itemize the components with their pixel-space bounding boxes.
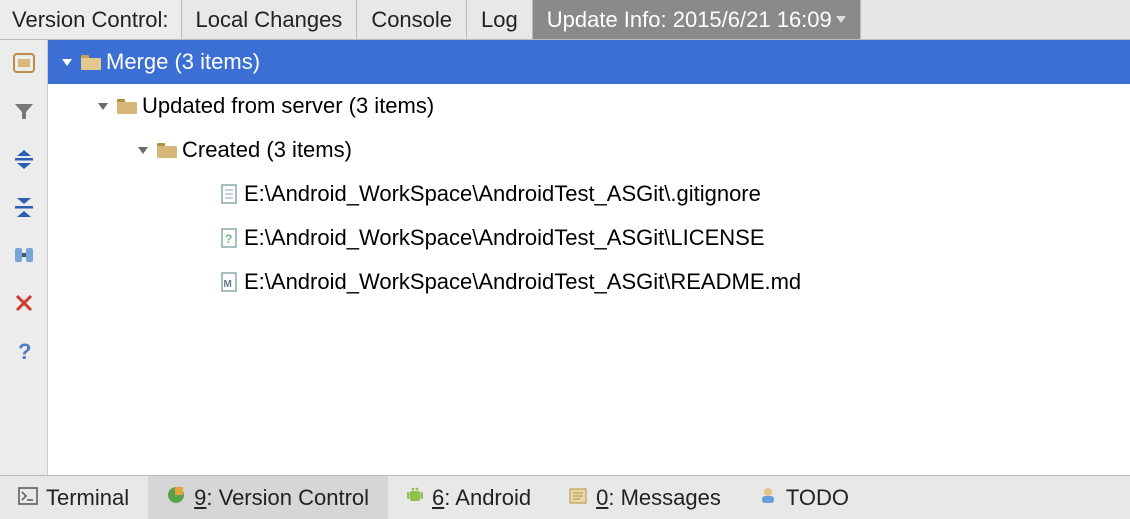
- tree-node-label: Created (3 items): [180, 137, 352, 163]
- group-by-icon[interactable]: [7, 46, 41, 80]
- bottom-toolbar: Terminal 9: Version Control 6: Android: [0, 475, 1130, 519]
- text-file-icon: [216, 184, 242, 204]
- disclosure-down-icon[interactable]: [56, 55, 78, 69]
- vcs-tab-title: Version Control:: [0, 0, 182, 39]
- tab-local-changes[interactable]: Local Changes: [182, 0, 358, 39]
- terminal-icon: [18, 485, 38, 511]
- tab-log[interactable]: Log: [467, 0, 533, 39]
- tree-node-created[interactable]: Created (3 items): [48, 128, 1130, 172]
- folder-icon: [114, 97, 140, 115]
- markdown-file-icon: M: [216, 272, 242, 292]
- tree-file-row[interactable]: E:\Android_WorkSpace\AndroidTest_ASGit\.…: [48, 172, 1130, 216]
- folder-icon: [154, 141, 180, 159]
- tree-node-label: Updated from server (3 items): [140, 93, 434, 119]
- android-icon: [406, 485, 424, 511]
- todo-icon: [758, 485, 778, 511]
- tool-messages[interactable]: 0: Messages: [550, 476, 740, 519]
- collapse-all-icon[interactable]: [7, 190, 41, 224]
- tree-file-label: E:\Android_WorkSpace\AndroidTest_ASGit\L…: [242, 225, 765, 251]
- chevron-down-icon: [836, 16, 846, 23]
- tab-console[interactable]: Console: [357, 0, 467, 39]
- folder-icon: [78, 53, 104, 71]
- disclosure-down-icon[interactable]: [132, 143, 154, 157]
- svg-text:?: ?: [18, 339, 31, 363]
- tab-update-info-label: Update Info: 2015/6/21 16:09: [547, 7, 832, 33]
- close-icon[interactable]: [7, 286, 41, 320]
- tool-messages-label: 0: Messages: [596, 485, 721, 511]
- disclosure-down-icon[interactable]: [92, 99, 114, 113]
- tool-terminal[interactable]: Terminal: [0, 476, 148, 519]
- tab-update-info[interactable]: Update Info: 2015/6/21 16:09: [533, 0, 861, 39]
- tree-node-label: Merge (3 items): [104, 49, 260, 75]
- expand-all-icon[interactable]: [7, 142, 41, 176]
- update-tree[interactable]: Merge (3 items) Updated from server (3 i…: [48, 40, 1130, 475]
- left-toolbar: ?: [0, 40, 48, 475]
- vcs-icon: [166, 485, 186, 511]
- messages-icon: [568, 485, 588, 511]
- tool-version-control[interactable]: 9: Version Control: [148, 476, 388, 519]
- main-area: ? Merge (3 items): [0, 40, 1130, 475]
- tool-todo-label: TODO: [786, 485, 849, 511]
- tree-file-label: E:\Android_WorkSpace\AndroidTest_ASGit\.…: [242, 181, 761, 207]
- tree-file-row[interactable]: M E:\Android_WorkSpace\AndroidTest_ASGit…: [48, 260, 1130, 304]
- tool-android[interactable]: 6: Android: [388, 476, 550, 519]
- tool-terminal-label: Terminal: [46, 485, 129, 511]
- svg-text:?: ?: [225, 232, 232, 246]
- vcs-tab-bar: Version Control: Local Changes Console L…: [0, 0, 1130, 40]
- tool-android-label: 6: Android: [432, 485, 531, 511]
- filter-icon[interactable]: [7, 94, 41, 128]
- unknown-file-icon: ?: [216, 228, 242, 248]
- diff-icon[interactable]: [7, 238, 41, 272]
- tree-node-merge[interactable]: Merge (3 items): [48, 40, 1130, 84]
- tree-node-updated[interactable]: Updated from server (3 items): [48, 84, 1130, 128]
- tree-file-label: E:\Android_WorkSpace\AndroidTest_ASGit\R…: [242, 269, 801, 295]
- tool-todo[interactable]: TODO: [740, 476, 868, 519]
- tool-vcs-label: 9: Version Control: [194, 485, 369, 511]
- help-icon[interactable]: ?: [7, 334, 41, 368]
- svg-text:M: M: [224, 279, 232, 290]
- tree-file-row[interactable]: ? E:\Android_WorkSpace\AndroidTest_ASGit…: [48, 216, 1130, 260]
